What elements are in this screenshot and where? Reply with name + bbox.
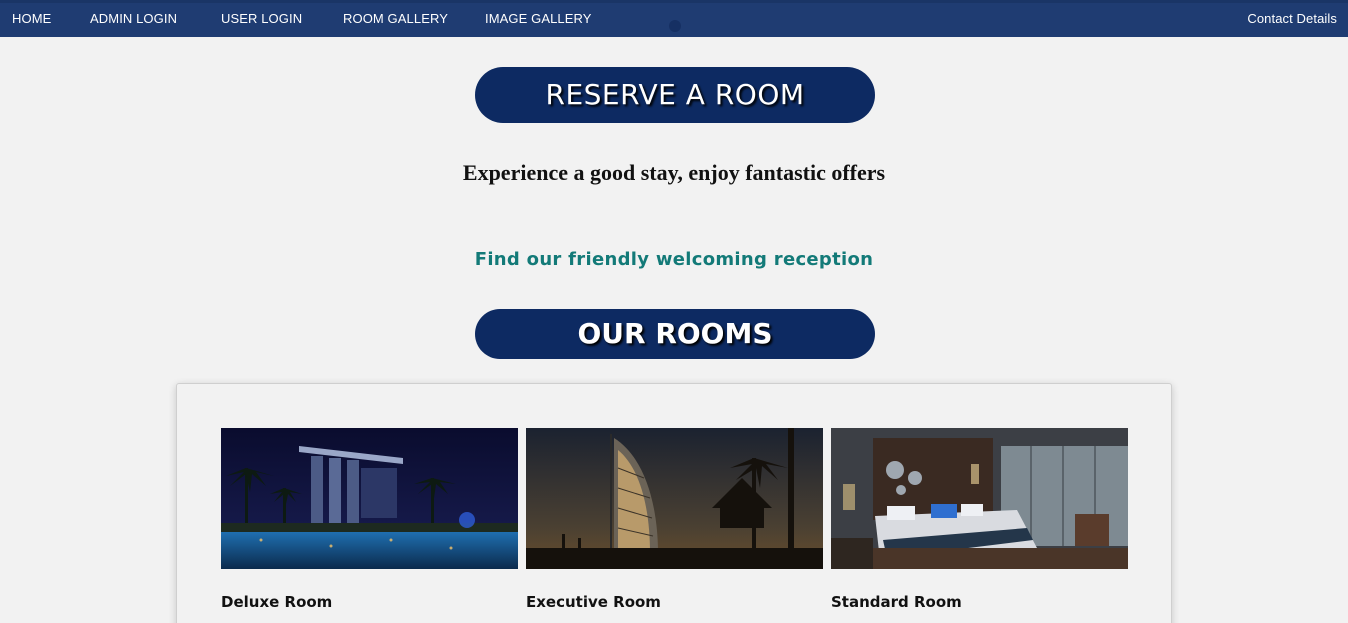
executive-room-image[interactable] [526, 428, 823, 569]
tagline: Experience a good stay, enjoy fantastic … [462, 160, 886, 185]
deluxe-room-image[interactable] [221, 428, 518, 569]
room-name-standard[interactable]: Standard Room [831, 593, 962, 611]
our-rooms-heading: OUR ROOMS [475, 309, 875, 359]
reception-text: Find our friendly welcoming reception [474, 249, 874, 270]
nav-image-gallery[interactable]: IMAGE GALLERY [485, 11, 592, 26]
nav-user-login[interactable]: USER LOGIN [221, 11, 302, 26]
reserve-room-label: RESERVE A ROOM [545, 78, 805, 111]
top-nav: HOME ADMIN LOGIN USER LOGIN ROOM GALLERY… [0, 0, 1348, 37]
room-deluxe[interactable]: Deluxe Room [221, 428, 518, 611]
room-standard[interactable]: Standard Room [831, 428, 1128, 611]
nav-dot-indicator [669, 20, 681, 32]
room-name-deluxe[interactable]: Deluxe Room [221, 593, 332, 611]
room-name-executive[interactable]: Executive Room [526, 593, 661, 611]
standard-room-image[interactable] [831, 428, 1128, 569]
our-rooms-label: OUR ROOMS [577, 317, 773, 350]
nav-contact-details[interactable]: Contact Details [1247, 11, 1337, 26]
nav-admin-login[interactable]: ADMIN LOGIN [90, 11, 177, 26]
reserve-room-button[interactable]: RESERVE A ROOM [475, 67, 875, 123]
room-executive[interactable]: Executive Room [526, 428, 823, 611]
nav-room-gallery[interactable]: ROOM GALLERY [343, 11, 448, 26]
nav-home[interactable]: HOME [12, 11, 51, 26]
